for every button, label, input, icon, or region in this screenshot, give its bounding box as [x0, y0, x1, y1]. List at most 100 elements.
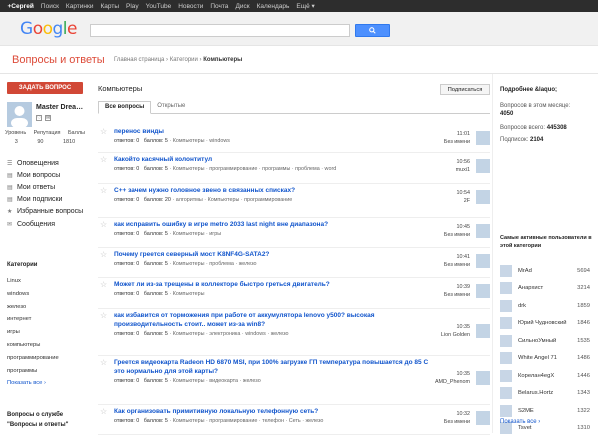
category-item[interactable]: программы	[7, 368, 59, 381]
tab-open[interactable]: Открытые	[151, 101, 191, 114]
topbar-link-6[interactable]: Новости	[175, 3, 207, 10]
active-user-row[interactable]: Анархист3214	[500, 280, 590, 298]
tag-link[interactable]: телефон	[262, 418, 284, 424]
question-author[interactable]: 2F	[457, 197, 471, 205]
topbar-link-8[interactable]: Диск	[232, 3, 253, 10]
user-name[interactable]: Master Drea…	[36, 104, 83, 111]
tag-link[interactable]: Сеть	[289, 418, 301, 424]
tag-link[interactable]: Компьютеры	[173, 418, 205, 424]
active-user-row[interactable]: Belarus.Hortz1343	[500, 385, 590, 403]
author-avatar[interactable]	[476, 190, 490, 204]
question-author[interactable]: Без имени	[444, 138, 470, 146]
star-icon[interactable]: ☆	[100, 127, 107, 136]
question-author[interactable]: Без имени	[444, 261, 470, 269]
topbar-link-0[interactable]: +Сергей	[4, 3, 37, 10]
tag-link[interactable]: программирование	[209, 166, 257, 172]
category-item[interactable]: windows	[7, 291, 59, 304]
ask-question-button[interactable]: ЗАДАТЬ ВОПРОС	[7, 82, 83, 94]
star-icon[interactable]: ☆	[100, 155, 107, 164]
search-button[interactable]	[355, 24, 390, 37]
question-title[interactable]: Греется видеокарта Radeon HD 6870 MSI, п…	[114, 358, 439, 376]
star-icon[interactable]: ☆	[100, 358, 107, 367]
topbar-link-4[interactable]: Play	[123, 3, 143, 10]
nav-item-3[interactable]: ▤Мои подписки	[7, 194, 83, 206]
nav-item-0[interactable]: ☰Оповещения	[7, 157, 83, 169]
active-user-row[interactable]: Корелан4egX1446	[500, 367, 590, 385]
topbar-link-2[interactable]: Картинки	[62, 3, 97, 10]
nav-item-1[interactable]: ▤Мои вопросы	[7, 169, 83, 181]
show-all-categories-link[interactable]: Показать все ›	[7, 380, 59, 393]
author-avatar[interactable]	[476, 411, 490, 425]
tag-link[interactable]: Компьютеры	[173, 138, 205, 144]
tag-link[interactable]: видеокарта	[209, 378, 238, 384]
tag-link[interactable]: Компьютеры	[173, 291, 205, 297]
avatar[interactable]	[7, 102, 32, 127]
question-author[interactable]: AMD_Phenom	[435, 378, 470, 386]
message-icon[interactable]: ✉	[45, 115, 51, 121]
tab-all-questions[interactable]: Все вопросы	[98, 101, 151, 114]
question-title[interactable]: Какойто касячный колонтитул	[114, 155, 439, 164]
tag-link[interactable]: программирование	[209, 418, 257, 424]
star-icon[interactable]: ☆	[100, 407, 107, 416]
tag-link[interactable]: Компьютеры	[208, 197, 240, 203]
tag-link[interactable]: железо	[271, 331, 289, 337]
question-title[interactable]: Может ли из-за трещены в коллекторе быст…	[114, 280, 439, 289]
author-avatar[interactable]	[476, 284, 490, 298]
nav-item-4[interactable]: ★Избранные вопросы	[7, 206, 83, 218]
category-item[interactable]: железо	[7, 304, 59, 317]
question-author[interactable]: muxi1	[456, 166, 470, 174]
star-icon[interactable]: ☆	[100, 220, 107, 229]
nav-item-2[interactable]: ▤Мои ответы	[7, 181, 83, 193]
tag-link[interactable]: word	[325, 166, 337, 172]
topbar-link-5[interactable]: YouTube	[142, 3, 175, 10]
app-title[interactable]: Вопросы и ответы	[12, 54, 105, 66]
tag-link[interactable]: windows	[209, 138, 230, 144]
show-all-users-link[interactable]: Показать все ›	[500, 419, 540, 425]
question-author[interactable]: Без имени	[444, 291, 470, 299]
google-logo[interactable]: Google	[20, 19, 77, 39]
topbar-link-9[interactable]: Календарь	[253, 3, 293, 10]
topbar-link-1[interactable]: Поиск	[37, 3, 62, 10]
author-avatar[interactable]	[476, 159, 490, 173]
author-avatar[interactable]	[476, 254, 490, 268]
active-user-row[interactable]: СильноУмный1535	[500, 332, 590, 350]
star-icon[interactable]: ☆	[100, 311, 107, 320]
author-avatar[interactable]	[476, 371, 490, 385]
tag-link[interactable]: железо	[243, 378, 261, 384]
question-title[interactable]: как исправить ошибку в игре metro 2033 l…	[114, 220, 439, 229]
active-user-row[interactable]: MrAd5694	[500, 262, 590, 280]
breadcrumb-categories[interactable]: Категории	[170, 57, 198, 63]
tag-link[interactable]: проблема	[295, 166, 320, 172]
topbar-link-7[interactable]: Почта	[207, 3, 232, 10]
question-author[interactable]: Lion Golden	[441, 331, 470, 339]
tag-link[interactable]: железо	[239, 261, 257, 267]
star-icon[interactable]: ☆	[100, 186, 107, 195]
tag-link[interactable]: электроника	[209, 331, 240, 337]
category-item[interactable]: Linux	[7, 278, 59, 291]
category-item[interactable]: компьютеры	[7, 342, 59, 355]
tag-link[interactable]: Компьютеры	[173, 231, 205, 237]
tag-link[interactable]: программирование	[244, 197, 292, 203]
active-user-row[interactable]: S2ME1322	[500, 402, 590, 420]
question-title[interactable]: как избавится от торможения при работе о…	[114, 311, 439, 329]
service-questions[interactable]: Вопросы о службе "Вопросы и ответы"	[7, 410, 68, 430]
question-title[interactable]: перенос винды	[114, 127, 439, 136]
nav-item-5[interactable]: ✉Сообщения	[7, 218, 83, 230]
author-avatar[interactable]	[476, 324, 490, 338]
star-icon[interactable]: ☆	[100, 250, 107, 259]
category-item[interactable]: игры	[7, 329, 59, 342]
category-item[interactable]: интернет	[7, 316, 59, 329]
question-title[interactable]: Почему греется северный мост K8NF4G-SATA…	[114, 250, 439, 259]
active-user-row[interactable]: Юрий Чудновский1846	[500, 315, 590, 333]
tag-link[interactable]: игры	[209, 231, 221, 237]
search-input[interactable]	[90, 24, 350, 37]
tag-link[interactable]: Компьютеры	[173, 261, 205, 267]
tag-link[interactable]: алгоритмы	[176, 197, 203, 203]
author-avatar[interactable]	[476, 131, 490, 145]
question-author[interactable]: Без имени	[444, 418, 470, 426]
tag-link[interactable]: Компьютеры	[173, 378, 205, 384]
star-icon[interactable]: ☆	[100, 280, 107, 289]
question-author[interactable]: Без имени	[444, 231, 470, 239]
topbar-link-3[interactable]: Карты	[97, 3, 123, 10]
author-avatar[interactable]	[476, 224, 490, 238]
